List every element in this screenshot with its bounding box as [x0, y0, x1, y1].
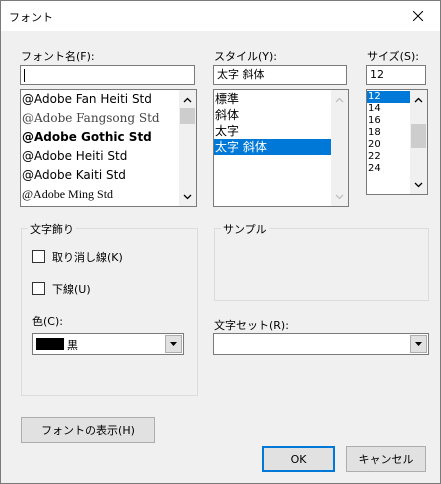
- style-list[interactable]: 標準 斜体 太字 太字 斜体: [213, 89, 349, 207]
- style-value: 太字 斜体: [217, 68, 265, 81]
- title-bar: フォント: [0, 0, 441, 31]
- scroll-thumb[interactable]: [411, 124, 426, 148]
- color-label: 色(C):: [32, 315, 63, 328]
- style-list-item[interactable]: 太字 斜体: [214, 139, 331, 155]
- size-list-item[interactable]: 16: [367, 115, 410, 127]
- size-list[interactable]: 12 14 16 18 20 22 24: [366, 89, 428, 195]
- size-label: サイズ(S):: [367, 50, 419, 63]
- script-dropdown-button[interactable]: [410, 335, 427, 353]
- color-swatch: [36, 338, 64, 350]
- size-list-item[interactable]: 20: [367, 139, 410, 151]
- font-list-scrollbar[interactable]: [179, 90, 196, 206]
- sample-group: [214, 228, 429, 301]
- style-input[interactable]: 太字 斜体: [213, 65, 347, 85]
- size-list-item[interactable]: 24: [367, 163, 410, 175]
- font-list-item[interactable]: @Adobe Fangsong Std: [21, 109, 179, 128]
- dropdown-arrow-icon: [415, 342, 422, 346]
- size-value: 12: [370, 68, 384, 81]
- ok-button[interactable]: OK: [262, 446, 335, 472]
- scroll-up-button[interactable]: [179, 91, 196, 108]
- show-fonts-button[interactable]: フォントの表示(H): [21, 417, 155, 443]
- size-list-item[interactable]: 18: [367, 127, 410, 139]
- size-list-scrollbar[interactable]: [410, 90, 427, 194]
- scroll-down-button[interactable]: [410, 176, 427, 193]
- scroll-down-button[interactable]: [179, 188, 196, 205]
- font-name-label: フォント名(F):: [21, 50, 95, 63]
- script-label: 文字セット(R):: [214, 319, 289, 332]
- font-list-item[interactable]: @Adobe Fan Heiti Std: [21, 90, 179, 109]
- font-list-item[interactable]: @Adobe Heiti Std: [21, 147, 179, 166]
- color-value: 黒: [67, 339, 78, 352]
- chevron-up-icon: [414, 97, 423, 102]
- font-list-item[interactable]: @Adobe Kaiti Std: [21, 166, 179, 185]
- font-list-item[interactable]: @Adobe Gothic Std: [21, 128, 179, 147]
- sample-group-title: サンプル: [221, 221, 269, 237]
- chevron-down-icon: [414, 182, 423, 187]
- script-select[interactable]: [213, 333, 429, 355]
- style-label: スタイル(Y):: [214, 50, 278, 63]
- scroll-up-button[interactable]: [331, 91, 348, 108]
- chevron-down-icon: [183, 194, 192, 199]
- cancel-button[interactable]: キャンセル: [346, 446, 426, 472]
- close-icon: [413, 10, 423, 21]
- scroll-down-button[interactable]: [331, 188, 348, 205]
- chevron-up-icon: [335, 97, 344, 102]
- close-button[interactable]: [395, 0, 441, 31]
- chevron-up-icon: [183, 97, 192, 102]
- size-list-item[interactable]: 22: [367, 151, 410, 163]
- style-list-item[interactable]: 太字: [214, 123, 331, 139]
- font-list-item[interactable]: @Adobe Ming Std: [21, 185, 179, 204]
- window-title: フォント: [9, 11, 53, 24]
- style-list-scrollbar[interactable]: [331, 90, 348, 206]
- scroll-up-button[interactable]: [410, 91, 427, 108]
- strikeout-label: 取り消し線(K): [52, 251, 123, 264]
- size-list-item[interactable]: 14: [367, 103, 410, 115]
- underline-checkbox[interactable]: [32, 282, 45, 295]
- color-select[interactable]: 黒: [32, 333, 184, 355]
- underline-label: 下線(U): [52, 283, 91, 296]
- chevron-down-icon: [335, 194, 344, 199]
- dropdown-arrow-icon: [170, 342, 177, 346]
- dialog-body: フォント名(F): @Adobe Fan Heiti Std @Adobe Fan…: [1, 31, 440, 483]
- scroll-thumb[interactable]: [180, 108, 195, 124]
- font-name-input[interactable]: [20, 65, 195, 85]
- strikeout-checkbox[interactable]: [32, 250, 45, 263]
- font-name-list[interactable]: @Adobe Fan Heiti Std @Adobe Fangsong Std @…: [20, 89, 197, 207]
- effects-group-title: 文字飾り: [28, 221, 76, 237]
- size-input[interactable]: 12: [366, 65, 426, 85]
- color-dropdown-button[interactable]: [165, 335, 182, 353]
- size-list-item[interactable]: 12: [367, 91, 410, 103]
- style-list-item[interactable]: 斜体: [214, 107, 331, 123]
- text-caret: [24, 68, 25, 82]
- style-list-item[interactable]: 標準: [214, 91, 331, 107]
